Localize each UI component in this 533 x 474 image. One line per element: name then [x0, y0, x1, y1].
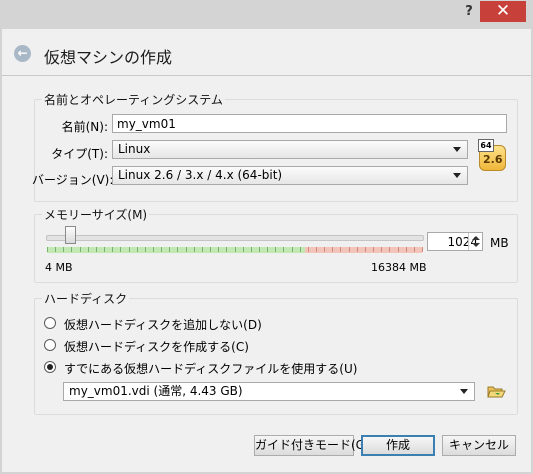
chevron-up-icon[interactable]: [472, 236, 480, 240]
slider-tick: [169, 247, 170, 252]
radio-button[interactable]: [44, 317, 56, 329]
slider-tick: [71, 247, 72, 252]
radio-create-disk-label: 仮想ハードディスクを作成する(C): [64, 340, 249, 354]
title-bar: ? ✕: [0, 0, 533, 29]
slider-tick: [316, 247, 317, 252]
slider-tick: [145, 247, 146, 252]
memory-min-label: 4 MB: [45, 261, 73, 274]
slider-tick: [112, 247, 113, 252]
memory-max-label: 16384 MB: [371, 261, 427, 274]
slider-tick: [275, 247, 276, 252]
slider-tick: [161, 247, 162, 252]
type-select-value: Linux: [118, 142, 151, 156]
os-bits-badge: 64: [478, 139, 494, 152]
slider-tick: [55, 247, 56, 252]
slider-tick: [406, 247, 407, 252]
slider-tick: [120, 247, 121, 252]
version-label: バージョン(V):: [32, 173, 114, 187]
slider-tick: [80, 247, 81, 252]
slider-tick: [226, 247, 227, 252]
disk-file-select[interactable]: my_vm01.vdi (通常, 4.43 GB): [63, 382, 475, 401]
slider-tick: [137, 247, 138, 252]
disk-file-select-value: my_vm01.vdi (通常, 4.43 GB): [69, 384, 243, 398]
close-button[interactable]: ✕: [480, 1, 526, 22]
chevron-down-icon: [453, 173, 461, 178]
os-type-icon: 64 2.6: [475, 139, 506, 171]
memory-group-title: メモリーサイズ(M): [42, 206, 150, 223]
slider-tick: [63, 247, 64, 252]
slider-tick: [243, 247, 244, 252]
slider-tick: [381, 247, 382, 252]
slider-tick: [218, 247, 219, 252]
slider-tick: [177, 247, 178, 252]
radio-use-existing-disk-label: すでにある仮想ハードディスクファイルを使用する(U): [64, 362, 358, 376]
wizard-dialog: ← 仮想マシンの作成 名前とオペレーティングシステム 名前(N): my_vm0…: [2, 29, 531, 472]
slider-tick: [283, 247, 284, 252]
type-label: タイプ(T):: [51, 147, 108, 161]
memory-slider-track[interactable]: [46, 235, 424, 241]
version-select-value: Linux 2.6 / 3.x / 4.x (64-bit): [118, 168, 283, 182]
slider-tick: [373, 247, 374, 252]
slider-tick: [414, 247, 415, 252]
slider-tick: [88, 247, 89, 252]
slider-tick: [96, 247, 97, 252]
slider-tick: [235, 247, 236, 252]
header-divider: [2, 75, 531, 76]
slider-tick: [104, 247, 105, 252]
name-os-group-title: 名前とオペレーティングシステム: [42, 91, 225, 108]
os-version-badge: 2.6: [483, 153, 503, 166]
slider-tick: [47, 247, 48, 252]
radio-button-selected[interactable]: [44, 361, 56, 373]
folder-open-icon[interactable]: [486, 382, 506, 401]
name-input[interactable]: my_vm01: [112, 114, 507, 133]
slider-tick: [153, 247, 154, 252]
slider-tick: [340, 247, 341, 252]
slider-tick: [202, 247, 203, 252]
slider-tick: [186, 247, 187, 252]
version-select[interactable]: Linux 2.6 / 3.x / 4.x (64-bit): [112, 166, 468, 185]
memory-unit-label: MB: [490, 236, 509, 250]
cancel-button[interactable]: キャンセル: [442, 435, 516, 456]
wizard-header: ← 仮想マシンの作成: [2, 29, 531, 75]
slider-tick: [389, 247, 390, 252]
slider-tick: [129, 247, 130, 252]
slider-tick: [259, 247, 260, 252]
chevron-down-icon: [460, 389, 468, 394]
chevron-down-icon: [453, 147, 461, 152]
slider-tick: [365, 247, 366, 252]
slider-tick: [398, 247, 399, 252]
slider-tick: [324, 247, 325, 252]
help-icon[interactable]: ?: [462, 4, 476, 22]
slider-tick: [357, 247, 358, 252]
slider-tick: [251, 247, 252, 252]
guided-mode-button[interactable]: ガイド付きモード(G): [254, 435, 370, 456]
radio-no-disk-label: 仮想ハードディスクを追加しない(D): [64, 318, 262, 332]
create-button[interactable]: 作成: [361, 435, 435, 456]
memory-range-bar: [47, 247, 423, 253]
slider-tick: [300, 247, 301, 252]
slider-tick: [194, 247, 195, 252]
radio-button[interactable]: [44, 339, 56, 351]
back-arrow-icon[interactable]: ←: [14, 45, 31, 62]
name-label: 名前(N):: [61, 120, 108, 134]
harddisk-group-title: ハードディスク: [42, 290, 130, 307]
slider-tick: [292, 247, 293, 252]
page-title: 仮想マシンの作成: [44, 48, 173, 67]
memory-spinner[interactable]: [468, 233, 483, 250]
type-select[interactable]: Linux: [112, 140, 468, 159]
slider-tick: [210, 247, 211, 252]
slider-tick: [267, 247, 268, 252]
chevron-down-icon[interactable]: [472, 243, 480, 247]
slider-tick: [332, 247, 333, 252]
slider-tick: [422, 247, 423, 252]
slider-tick: [349, 247, 350, 252]
slider-tick: [308, 247, 309, 252]
memory-slider-handle[interactable]: [65, 226, 76, 244]
